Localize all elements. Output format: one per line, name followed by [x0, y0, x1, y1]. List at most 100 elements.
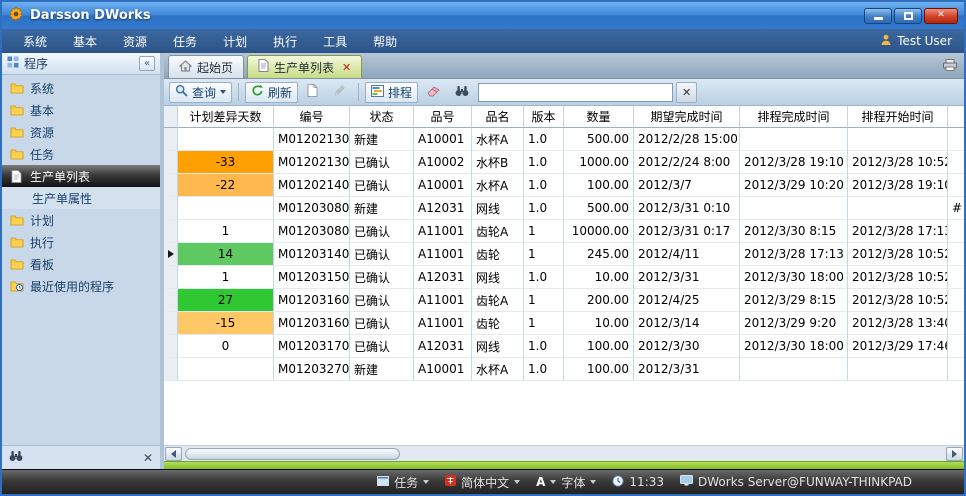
row-selector[interactable] [164, 174, 178, 197]
sidebar-item-9[interactable]: 最近使用的程序 [2, 275, 160, 297]
column-header-name[interactable]: 品名 [472, 106, 524, 128]
new-button[interactable] [301, 82, 324, 103]
menu-item-5[interactable]: 执行 [260, 29, 310, 53]
table-row[interactable]: -33M012021302已确认A10002水杯B1.01000.002012/… [164, 151, 964, 174]
row-selector[interactable] [164, 197, 178, 220]
cell-diff: -33 [178, 151, 274, 174]
printer-icon[interactable] [943, 59, 957, 74]
column-header-sched-end[interactable]: 排程完成时间 [740, 106, 848, 128]
menu-item-6[interactable]: 工具 [310, 29, 360, 53]
table-row[interactable]: 1M012031501已确认A12031网线1.010.002012/3/312… [164, 266, 964, 289]
row-selector[interactable] [164, 289, 178, 312]
cell-qty: 100.00 [564, 335, 634, 358]
cell-due: 2012/3/31 [634, 266, 740, 289]
scrollbar-thumb[interactable] [185, 448, 400, 460]
sidebar-search: ✕ [2, 445, 160, 469]
cell-item: A10002 [414, 151, 472, 174]
row-selector[interactable] [164, 266, 178, 289]
cell-status: 已确认 [350, 243, 414, 266]
cell-status: 已确认 [350, 335, 414, 358]
sidebar-item-5[interactable]: 生产单属性 [2, 187, 160, 209]
menu-item-7[interactable]: 帮助 [360, 29, 410, 53]
row-selector[interactable] [164, 151, 178, 174]
table-row[interactable]: M012032701新建A10001水杯A1.0100.002012/3/31 [164, 358, 964, 381]
table-row[interactable]: -15M012031602已确认A11001齿轮110.002012/3/142… [164, 312, 964, 335]
sidebar-item-label: 基本 [30, 102, 54, 119]
sidebar-item-4[interactable]: 生产单列表 [2, 165, 160, 187]
cell-due: 2012/3/7 [634, 174, 740, 197]
column-header-version[interactable]: 版本 [524, 106, 564, 128]
column-header-no[interactable]: 编号 [274, 106, 350, 128]
schedule-button[interactable]: 排程 [365, 82, 418, 103]
cell-diff [178, 197, 274, 220]
row-selector[interactable] [164, 358, 178, 381]
column-header-due[interactable]: 期望完成时间 [634, 106, 740, 128]
menu-item-4[interactable]: 计划 [210, 29, 260, 53]
close-button[interactable]: ✕ [924, 8, 958, 24]
sidebar-search-input[interactable] [28, 451, 138, 465]
column-header-status[interactable]: 状态 [350, 106, 414, 128]
column-header-extra[interactable] [948, 106, 964, 128]
table-row[interactable]: 27M012031601已确认A11001齿轮A1200.002012/4/25… [164, 289, 964, 312]
row-selector[interactable] [164, 243, 178, 266]
sidebar-item-8[interactable]: 看板 [2, 253, 160, 275]
table-row[interactable]: M012030801新建A12031网线1.0500.002012/3/31 0… [164, 197, 964, 220]
edit-button[interactable] [327, 82, 352, 103]
sidebar-item-label: 执行 [30, 234, 54, 251]
sidebar-item-3[interactable]: 任务 [2, 143, 160, 165]
row-selector[interactable] [164, 312, 178, 335]
menu-item-3[interactable]: 任务 [160, 29, 210, 53]
sidebar-collapse-button[interactable]: « [139, 56, 155, 71]
row-selector[interactable] [164, 220, 178, 243]
table-row[interactable]: 1M012030802已确认A11001齿轮A110000.002012/3/3… [164, 220, 964, 243]
horizontal-scrollbar[interactable] [164, 445, 964, 461]
scroll-right-button[interactable] [946, 447, 963, 461]
sidebar-item-2[interactable]: 资源 [2, 121, 160, 143]
task-menu[interactable]: 任务 [377, 474, 429, 491]
table-row[interactable]: -22M012021401已确认A10001水杯A1.0100.002012/3… [164, 174, 964, 197]
window-body: 程序 « 系统基本资源任务生产单列表生产单属性计划执行看板最近使用的程序 ✕ 起 [2, 53, 964, 469]
cell-diff: -15 [178, 312, 274, 335]
user-widget[interactable]: Test User [880, 34, 956, 49]
row-selector[interactable] [164, 128, 178, 151]
column-header-qty[interactable]: 数量 [564, 106, 634, 128]
sidebar-item-6[interactable]: 计划 [2, 209, 160, 231]
menu-item-1[interactable]: 基本 [60, 29, 110, 53]
table-row[interactable]: 14M012031402已确认A11001齿轮1245.002012/4/112… [164, 243, 964, 266]
folder-icon [9, 104, 24, 116]
cell-diff: 0 [178, 335, 274, 358]
eraser-button[interactable] [421, 82, 446, 103]
tabbar: 起始页 生产单列表 ✕ [164, 53, 964, 79]
maximize-button[interactable] [894, 8, 922, 24]
menu-item-0[interactable]: 系统 [10, 29, 60, 53]
refresh-button[interactable]: 刷新 [245, 82, 298, 103]
sidebar-search-clear-icon[interactable]: ✕ [143, 451, 153, 465]
sidebar-item-7[interactable]: 执行 [2, 231, 160, 253]
tab-production-order-list[interactable]: 生产单列表 ✕ [247, 55, 362, 78]
cell-qty: 200.00 [564, 289, 634, 312]
cell-qty: 500.00 [564, 197, 634, 220]
query-button[interactable]: 查询 [169, 82, 232, 103]
minimize-button[interactable] [864, 8, 892, 24]
language-selector[interactable]: 简体中文 [445, 474, 520, 491]
column-header-sched-start[interactable]: 排程开始时间 [848, 106, 948, 128]
refresh-label: 刷新 [268, 84, 292, 101]
sidebar-item-0[interactable]: 系统 [2, 77, 160, 99]
clear-filter-button[interactable]: ✕ [676, 82, 697, 103]
scroll-left-button[interactable] [165, 447, 182, 461]
tab-close-icon[interactable]: ✕ [342, 61, 351, 74]
find-button[interactable] [449, 82, 475, 103]
table-row[interactable]: M012021301新建A10001水杯A1.0500.002012/2/28 … [164, 128, 964, 151]
row-selector-header[interactable] [164, 106, 178, 128]
cell-status: 已确认 [350, 151, 414, 174]
filter-input[interactable] [478, 83, 673, 102]
column-header-item[interactable]: 品号 [414, 106, 472, 128]
row-selector[interactable] [164, 335, 178, 358]
table-row[interactable]: 0M012031701已确认A12031网线1.0100.002012/3/30… [164, 335, 964, 358]
menu-item-2[interactable]: 资源 [110, 29, 160, 53]
grid-rows: M012021301新建A10001水杯A1.0500.002012/2/28 … [164, 128, 964, 381]
sidebar-item-1[interactable]: 基本 [2, 99, 160, 121]
tab-start-page[interactable]: 起始页 [168, 55, 244, 78]
column-header-diff[interactable]: 计划差异天数 [178, 106, 274, 128]
font-selector[interactable]: A 字体 [536, 474, 596, 491]
